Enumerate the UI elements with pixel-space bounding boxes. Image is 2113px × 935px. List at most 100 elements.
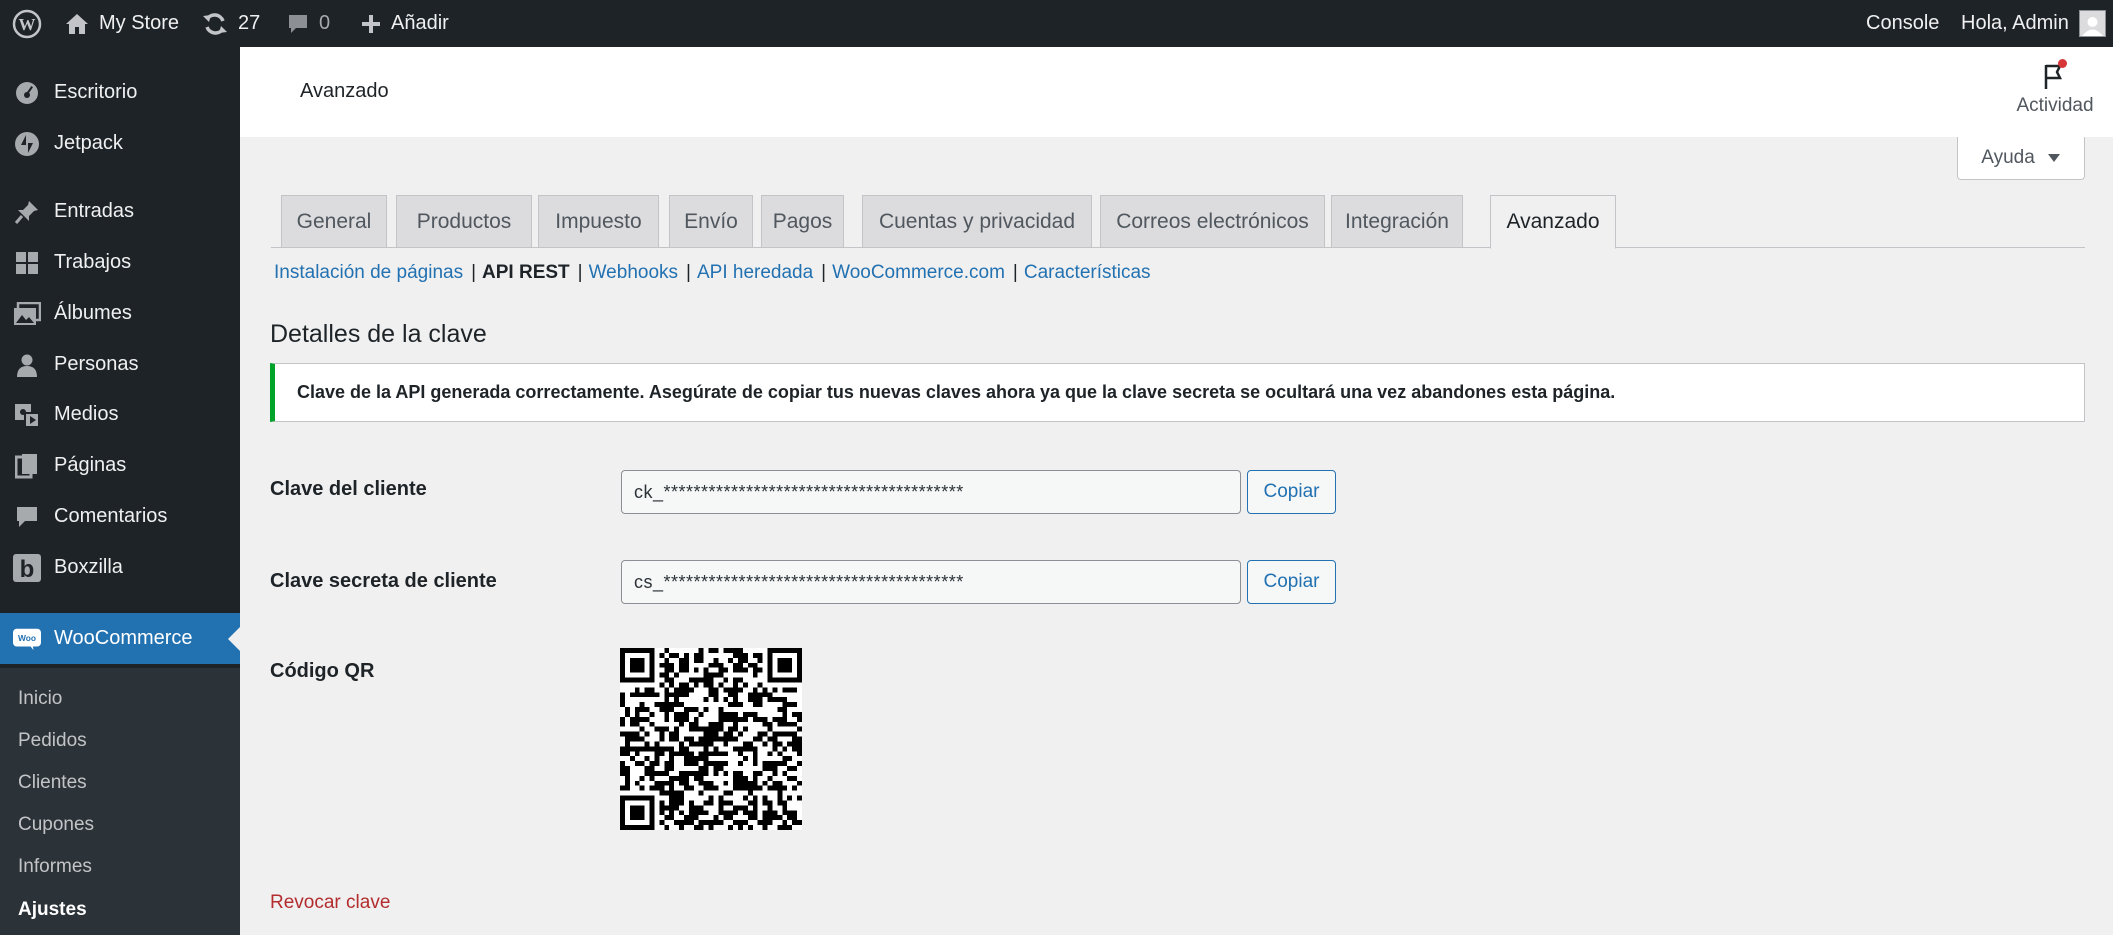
consumer-key-label: Clave del cliente: [270, 478, 427, 500]
success-notice: Clave de la API generada correctamente. …: [270, 363, 2085, 422]
admin-bar: W My Store 27 0 Añadir Console Hola, Adm…: [0, 0, 2113, 47]
svg-text:W: W: [19, 15, 36, 34]
submenu-item-informes[interactable]: Informes: [18, 856, 92, 878]
consumer-secret-field[interactable]: cs_*************************************…: [621, 560, 1241, 604]
link-instalacion-paginas[interactable]: Instalación de páginas: [274, 262, 463, 284]
tab-general[interactable]: General: [281, 195, 387, 248]
page-icon: [13, 452, 41, 480]
svg-text:b: b: [20, 556, 35, 582]
consumer-key-field[interactable]: ck_*************************************…: [621, 470, 1241, 514]
sidebar-item-medios[interactable]: Medios: [0, 389, 240, 440]
wordpress-logo-icon[interactable]: W: [12, 0, 42, 47]
settings-tabs: General Productos Impuesto Envío Pagos C…: [271, 195, 2085, 249]
section-title: Detalles de la clave: [270, 320, 487, 348]
tab-envio[interactable]: Envío: [669, 195, 753, 248]
console-label: Console: [1866, 12, 1940, 34]
pin-icon: [13, 198, 41, 226]
qr-code-image: [620, 648, 802, 830]
tab-correos[interactable]: Correos electrónicos: [1100, 195, 1325, 248]
woocommerce-submenu: Inicio Pedidos Clientes Cupones Informes…: [0, 668, 240, 935]
sidebar-item-boxzilla[interactable]: b Boxzilla: [0, 542, 240, 593]
comments-link[interactable]: 0: [287, 0, 330, 47]
activity-button[interactable]: Actividad: [2013, 59, 2097, 117]
sidebar-item-woocommerce[interactable]: Woo WooCommerce: [0, 613, 240, 664]
submenu-item-cupones[interactable]: Cupones: [18, 814, 94, 836]
submenu-item-clientes[interactable]: Clientes: [18, 772, 87, 794]
tab-integracion[interactable]: Integración: [1331, 195, 1463, 248]
sidebar-item-albumes[interactable]: Álbumes: [0, 288, 240, 339]
grid-icon: [13, 249, 41, 277]
consumer-secret-label: Clave secreta de cliente: [270, 570, 497, 592]
help-label: Ayuda: [1981, 147, 2035, 168]
sidebar-item-label: Álbumes: [54, 302, 132, 324]
updates-link[interactable]: 27: [202, 0, 260, 47]
boxzilla-icon: b: [13, 553, 41, 582]
separator: |: [471, 262, 477, 283]
sidebar-item-personas[interactable]: Personas: [0, 339, 240, 390]
sidebar-item-label: Trabajos: [54, 251, 132, 273]
revoke-key-link[interactable]: Revocar clave: [270, 892, 390, 914]
sidebar-item-comentarios[interactable]: Comentarios: [0, 491, 240, 542]
comment-icon: [13, 503, 41, 531]
activity-label: Actividad: [2016, 95, 2094, 116]
separator: |: [1012, 262, 1018, 283]
sidebar-item-label: Escritorio: [54, 81, 138, 103]
link-api-rest-current[interactable]: API REST: [482, 262, 570, 284]
sidebar-item-entradas[interactable]: Entradas: [0, 186, 240, 237]
caret-down-icon: [2047, 147, 2061, 169]
link-webhooks[interactable]: Webhooks: [589, 262, 678, 284]
help-button[interactable]: Ayuda: [1957, 137, 2085, 180]
person-icon: [13, 351, 41, 379]
link-woocommerce-com[interactable]: WooCommerce.com: [832, 262, 1005, 284]
media-icon: [13, 401, 41, 429]
copy-consumer-secret-button[interactable]: Copiar: [1247, 560, 1336, 604]
tab-pagos[interactable]: Pagos: [761, 195, 844, 248]
sidebar-item-paginas[interactable]: Páginas: [0, 440, 240, 491]
submenu-item-pedidos[interactable]: Pedidos: [18, 730, 87, 752]
link-caracteristicas[interactable]: Características: [1024, 262, 1151, 284]
separator: |: [577, 262, 583, 283]
copy-consumer-key-button[interactable]: Copiar: [1247, 470, 1336, 514]
tab-productos[interactable]: Productos: [396, 195, 532, 248]
sidebar-item-label: Medios: [54, 403, 119, 425]
updates-count: 27: [238, 12, 261, 34]
dashboard-icon: [13, 79, 41, 107]
page-title: Avanzado: [300, 80, 389, 102]
separator: |: [686, 262, 691, 283]
sidebar-item-label: Boxzilla: [54, 556, 123, 578]
console-link[interactable]: Console: [1866, 0, 1939, 47]
tab-cuentas-privacidad[interactable]: Cuentas y privacidad: [862, 195, 1092, 248]
greeting: Hola, Admin: [1961, 12, 2069, 34]
jetpack-icon: [13, 130, 41, 158]
tab-avanzado[interactable]: Avanzado: [1490, 195, 1616, 249]
qr-code-label: Código QR: [270, 660, 375, 682]
site-name-link[interactable]: My Store: [65, 0, 179, 47]
sidebar-item-label: Entradas: [54, 200, 135, 222]
refresh-icon: [202, 12, 228, 36]
admin-sidebar: Escritorio Jetpack Entradas Trabajos Álb…: [0, 47, 240, 935]
link-api-heredada[interactable]: API heredada: [697, 262, 813, 284]
sidebar-item-label: Jetpack: [54, 132, 123, 154]
sidebar-item-label: Comentarios: [54, 505, 168, 527]
comment-bubble-icon: [287, 13, 309, 35]
comments-count: 0: [319, 12, 331, 34]
home-icon: [65, 13, 89, 35]
submenu-item-ajustes[interactable]: Ajustes: [18, 899, 87, 921]
notification-dot: [2058, 59, 2067, 68]
page-header: Avanzado Actividad: [240, 47, 2113, 137]
sidebar-item-label: Páginas: [54, 454, 127, 476]
submenu-item-inicio[interactable]: Inicio: [18, 688, 62, 710]
images-icon: [13, 300, 41, 328]
sidebar-item-trabajos[interactable]: Trabajos: [0, 237, 240, 288]
flag-icon: [2040, 59, 2070, 95]
sidebar-item-jetpack[interactable]: Jetpack: [0, 118, 240, 169]
account-menu[interactable]: Hola, Admin: [1961, 0, 2106, 47]
separator: |: [821, 262, 827, 283]
sidebar-item-escritorio[interactable]: Escritorio: [0, 67, 240, 118]
add-new-label: Añadir: [391, 12, 449, 34]
tab-impuesto[interactable]: Impuesto: [538, 195, 659, 248]
svg-text:Woo: Woo: [18, 632, 36, 642]
avatar: [2078, 10, 2106, 37]
plus-icon: [361, 14, 381, 34]
add-new-link[interactable]: Añadir: [361, 0, 449, 47]
